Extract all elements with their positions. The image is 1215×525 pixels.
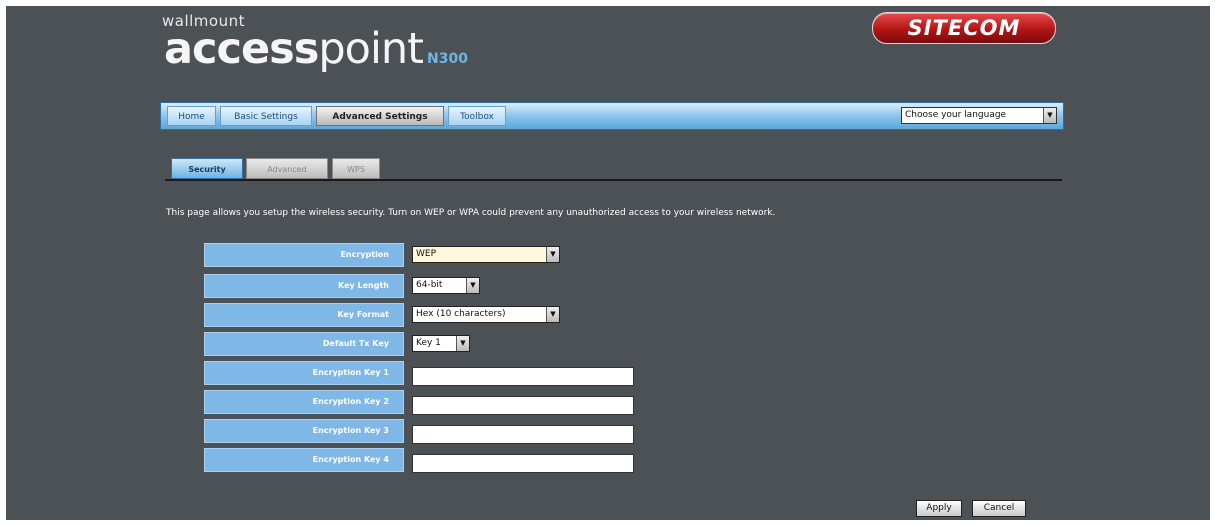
key-format-select[interactable]: Hex (10 characters) ▼ bbox=[412, 306, 560, 323]
encryption-key-4-input[interactable] bbox=[412, 453, 634, 473]
tab-security[interactable]: Security bbox=[171, 158, 243, 179]
product-logo: accesspoint N300 bbox=[164, 24, 468, 84]
nav-advanced-settings[interactable]: Advanced Settings bbox=[316, 106, 444, 126]
encryption-key-3-label: Encryption Key 3 bbox=[204, 419, 404, 443]
chevron-down-icon: ▼ bbox=[546, 247, 559, 262]
encryption-key-3-input[interactable] bbox=[412, 424, 634, 444]
chevron-down-icon: ▼ bbox=[1043, 108, 1056, 123]
apply-button[interactable]: Apply bbox=[916, 500, 962, 517]
encryption-key-4-label: Encryption Key 4 bbox=[204, 448, 404, 472]
default-tx-key-value: Key 1 bbox=[416, 338, 441, 348]
form-row-encryption: Encryption WEP ▼ bbox=[204, 243, 644, 267]
encryption-select[interactable]: WEP ▼ bbox=[412, 246, 560, 263]
product-model: N300 bbox=[427, 51, 468, 67]
form-row-key-length: Key Length 64-bit ▼ bbox=[204, 274, 644, 298]
default-tx-key-label: Default Tx Key bbox=[204, 332, 404, 356]
form-row-key-format: Key Format Hex (10 characters) ▼ bbox=[204, 303, 644, 327]
nav-home[interactable]: Home bbox=[167, 106, 216, 126]
encryption-key-1-label: Encryption Key 1 bbox=[204, 361, 404, 385]
form-row-encryption-key-4: Encryption Key 4 bbox=[204, 448, 644, 473]
product-name-point: point bbox=[318, 24, 424, 74]
default-tx-key-select[interactable]: Key 1 ▼ bbox=[412, 335, 470, 352]
language-select-value: Choose your language bbox=[905, 110, 1007, 120]
cancel-button[interactable]: Cancel bbox=[972, 500, 1026, 517]
nav-basic-settings[interactable]: Basic Settings bbox=[220, 106, 312, 126]
main-nav-bar: Home Basic Settings Advanced Settings To… bbox=[160, 102, 1064, 130]
tab-wps[interactable]: WPS bbox=[332, 158, 380, 179]
form-row-default-tx-key: Default Tx Key Key 1 ▼ bbox=[204, 332, 644, 356]
nav-toolbox[interactable]: Toolbox bbox=[448, 106, 506, 126]
key-length-select[interactable]: 64-bit ▼ bbox=[412, 277, 480, 294]
tab-divider bbox=[165, 179, 1062, 181]
key-length-label: Key Length bbox=[204, 274, 404, 298]
chevron-down-icon: ▼ bbox=[546, 307, 559, 322]
key-format-label: Key Format bbox=[204, 303, 404, 327]
encryption-label: Encryption bbox=[204, 243, 404, 267]
encryption-key-2-label: Encryption Key 2 bbox=[204, 390, 404, 414]
sitecom-logo: SITECOM bbox=[872, 12, 1056, 44]
tab-advanced[interactable]: Advanced bbox=[246, 158, 328, 179]
form-row-encryption-key-1: Encryption Key 1 bbox=[204, 361, 644, 386]
encryption-value: WEP bbox=[416, 249, 437, 259]
page-description: This page allows you setup the wireless … bbox=[166, 208, 776, 218]
chevron-down-icon: ▼ bbox=[466, 278, 479, 293]
key-length-value: 64-bit bbox=[416, 280, 443, 290]
product-name-access: access bbox=[164, 24, 319, 74]
form-row-encryption-key-2: Encryption Key 2 bbox=[204, 390, 644, 415]
key-format-value: Hex (10 characters) bbox=[416, 309, 506, 319]
encryption-key-1-input[interactable] bbox=[412, 366, 634, 386]
language-select[interactable]: Choose your language ▼ bbox=[901, 107, 1057, 124]
page-frame: wallmount accesspoint N300 SITECOM Home B… bbox=[6, 6, 1210, 520]
chevron-down-icon: ▼ bbox=[456, 336, 469, 351]
form-row-encryption-key-3: Encryption Key 3 bbox=[204, 419, 644, 444]
encryption-key-2-input[interactable] bbox=[412, 395, 634, 415]
